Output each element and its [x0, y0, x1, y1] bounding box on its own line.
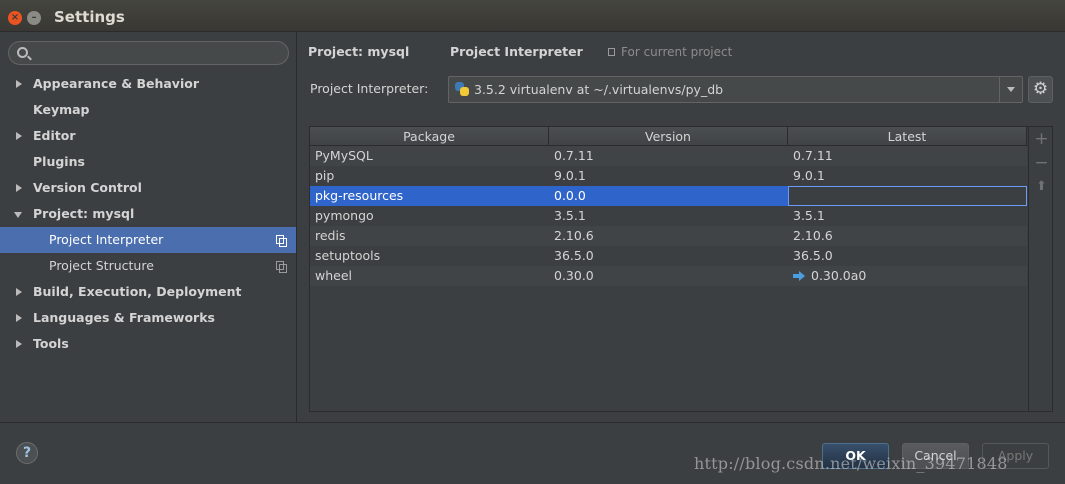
latest-cell: 36.5.0: [793, 248, 833, 263]
package-cell: redis: [315, 228, 346, 243]
watermark-text: http://blog.csdn.net/weixin_39471848: [694, 454, 1008, 473]
settings-main-panel: Project: mysql Project Interpreter For c…: [298, 32, 1065, 422]
question-mark-icon: ?: [22, 445, 32, 461]
latest-cell: 3.5.1: [793, 208, 825, 223]
package-cell: PyMySQL: [315, 148, 373, 163]
sidebar-item-project-structure[interactable]: Project Structure: [0, 253, 296, 279]
sidebar-item-label: Build, Execution, Deployment: [33, 284, 242, 299]
upgrade-package-button[interactable]: ⬆: [1029, 175, 1054, 199]
chevron-down-icon[interactable]: [999, 77, 1022, 102]
project-scope-icon: [276, 235, 287, 247]
latest-cell-focused[interactable]: [788, 186, 1027, 206]
sidebar-item-project-interpreter[interactable]: Project Interpreter: [0, 227, 296, 253]
scope-note: For current project: [621, 45, 733, 59]
project-scope-icon: [608, 48, 615, 56]
table-row[interactable]: setuptools 36.5.0 36.5.0: [310, 246, 1027, 266]
interpreter-label: Project Interpreter:: [310, 81, 429, 96]
package-cell: setuptools: [315, 248, 381, 263]
sidebar-item-build-execution-deployment[interactable]: Build, Execution, Deployment: [0, 279, 296, 305]
sidebar-item-appearance-behavior[interactable]: Appearance & Behavior: [0, 71, 296, 97]
sidebar-item-label: Tools: [33, 336, 69, 351]
sidebar-item-label: Version Control: [33, 180, 142, 195]
latest-version-text: 0.30.0a0: [811, 268, 867, 283]
package-cell: pymongo: [315, 208, 374, 223]
sidebar-item-plugins[interactable]: Plugins: [0, 149, 296, 175]
sidebar-item-label: Editor: [33, 128, 76, 143]
window-title: Settings: [54, 8, 125, 26]
table-body: PyMySQL 0.7.11 0.7.11 pip 9.0.1 9.0.1 pk…: [310, 146, 1027, 286]
upgrade-available-icon: [793, 271, 805, 281]
package-cell: pip: [315, 168, 335, 183]
version-cell: 0.30.0: [554, 268, 594, 283]
column-header-version[interactable]: Version: [549, 127, 788, 146]
version-cell: 0.7.11: [554, 148, 594, 163]
table-row[interactable]: pymongo 3.5.1 3.5.1: [310, 206, 1027, 226]
dialog-footer: ? OK Cancel Apply http://blog.csdn.net/w…: [0, 422, 1065, 484]
gear-icon: ⚙: [1032, 79, 1049, 99]
sidebar-item-label: Plugins: [33, 154, 85, 169]
sidebar-item-tools[interactable]: Tools: [0, 331, 296, 357]
table-row[interactable]: PyMySQL 0.7.11 0.7.11: [310, 146, 1027, 166]
sidebar-item-label: Project: mysql: [33, 206, 135, 221]
help-button[interactable]: ?: [16, 442, 38, 464]
latest-cell: 2.10.6: [793, 228, 833, 243]
python-icon: [455, 82, 469, 96]
version-cell: 2.10.6: [554, 228, 594, 243]
sidebar-item-keymap[interactable]: Keymap: [0, 97, 296, 123]
column-header-package[interactable]: Package: [310, 127, 549, 146]
table-row[interactable]: redis 2.10.6 2.10.6: [310, 226, 1027, 246]
interpreter-value: 3.5.2 virtualenv at ~/.virtualenvs/py_db: [474, 82, 724, 97]
expand-arrow-icon[interactable]: [16, 340, 22, 348]
sidebar-item-label: Project Interpreter: [49, 232, 164, 247]
uninstall-package-button[interactable]: −: [1029, 151, 1054, 175]
latest-cell: 9.0.1: [793, 168, 825, 183]
expand-arrow-icon[interactable]: [16, 288, 22, 296]
version-cell: 36.5.0: [554, 248, 594, 263]
settings-search-input[interactable]: [8, 41, 289, 65]
interpreter-settings-button[interactable]: ⚙: [1028, 76, 1053, 103]
expand-arrow-icon[interactable]: [16, 132, 22, 140]
search-icon: [17, 47, 28, 58]
sidebar-item-editor[interactable]: Editor: [0, 123, 296, 149]
version-cell: 9.0.1: [554, 168, 586, 183]
expand-arrow-icon[interactable]: [16, 80, 22, 88]
expand-arrow-icon[interactable]: [16, 314, 22, 322]
close-window-button[interactable]: ×: [8, 11, 22, 25]
latest-cell: 0.7.11: [793, 148, 833, 163]
column-header-latest[interactable]: Latest: [788, 127, 1027, 146]
minus-icon: −: [1034, 153, 1049, 173]
window-titlebar: × – Settings: [0, 0, 1065, 32]
project-scope-icon: [276, 261, 287, 273]
sidebar-item-label: Keymap: [33, 102, 90, 117]
table-row[interactable]: pip 9.0.1 9.0.1: [310, 166, 1027, 186]
install-package-button[interactable]: +: [1029, 127, 1054, 151]
sidebar-item-project[interactable]: Project: mysql: [0, 201, 296, 227]
breadcrumb-project: Project: mysql: [308, 44, 410, 59]
sidebar-item-label: Project Structure: [49, 258, 154, 273]
minimize-window-button[interactable]: –: [27, 11, 41, 25]
table-toolbar: + − ⬆: [1028, 127, 1054, 411]
version-cell: 0.0.0: [554, 188, 586, 203]
collapse-arrow-icon[interactable]: [14, 212, 22, 218]
package-cell: pkg-resources: [315, 188, 404, 203]
interpreter-select[interactable]: 3.5.2 virtualenv at ~/.virtualenvs/py_db: [448, 76, 1023, 103]
settings-nav: Appearance & Behavior Keymap Editor Plug…: [0, 71, 296, 357]
version-cell: 3.5.1: [554, 208, 586, 223]
table-row-selected[interactable]: pkg-resources 0.0.0: [310, 186, 1027, 206]
table-row[interactable]: wheel 0.30.0 0.30.0a0: [310, 266, 1027, 286]
sidebar-item-languages-frameworks[interactable]: Languages & Frameworks: [0, 305, 296, 331]
arrow-up-icon: ⬆: [1036, 179, 1047, 194]
expand-arrow-icon[interactable]: [16, 184, 22, 192]
latest-cell: 0.30.0a0: [788, 266, 1027, 286]
sidebar-item-version-control[interactable]: Version Control: [0, 175, 296, 201]
plus-icon: +: [1034, 129, 1049, 149]
breadcrumb-page: Project Interpreter: [450, 44, 583, 59]
packages-table: Package Version Latest PyMySQL 0.7.11 0.…: [309, 126, 1053, 412]
table-header: Package Version Latest: [310, 127, 1027, 146]
sidebar-item-label: Languages & Frameworks: [33, 310, 215, 325]
sidebar-item-label: Appearance & Behavior: [33, 76, 199, 91]
package-cell: wheel: [315, 268, 352, 283]
settings-sidebar: Appearance & Behavior Keymap Editor Plug…: [0, 32, 297, 422]
